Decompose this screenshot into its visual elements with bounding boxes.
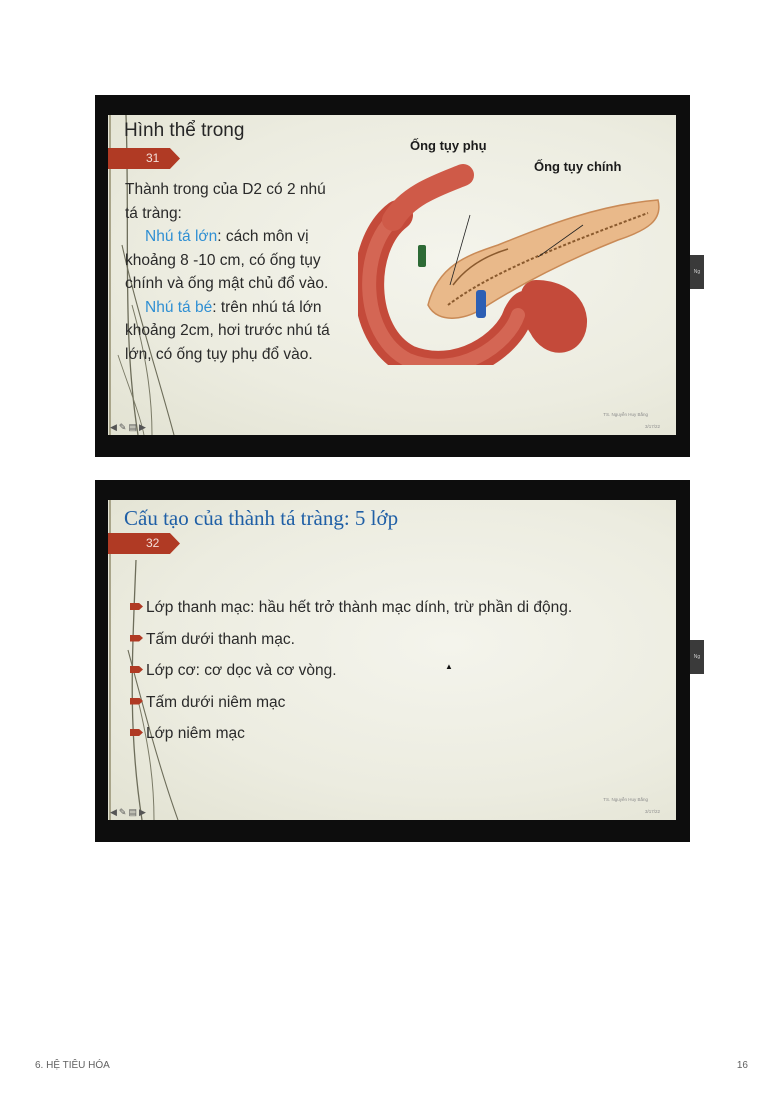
list-item-text: Lớp thanh mạc: hầu hết trở thành mạc dín…	[146, 599, 573, 616]
list-item-text: Lớp niêm mạc	[146, 725, 245, 742]
major-papilla-line: khoảng 8 -10 cm, có ống tụy	[125, 251, 321, 269]
pancreas-duodenum-illustration	[358, 164, 660, 365]
slide-date: 3/17/22	[644, 809, 660, 814]
bullet-arrow-icon	[130, 697, 143, 705]
slides-icon[interactable]: ▤	[128, 807, 137, 818]
major-papilla-text: : cách môn vị	[217, 228, 309, 245]
mouse-cursor-icon: ▲	[445, 662, 453, 671]
slide-title: Hình thể trong	[124, 120, 245, 141]
forward-arrow-icon[interactable]: ▶	[139, 807, 146, 818]
accessory-duct-label: Ống tụy phụ	[410, 138, 487, 153]
intro-line: tá tràng:	[125, 204, 182, 222]
list-item-text: Tấm dưới niêm mạc	[146, 693, 286, 711]
back-arrow-icon[interactable]: ◀	[110, 422, 117, 433]
page-number: 16	[736, 1060, 748, 1071]
side-tab: Ng	[690, 640, 704, 674]
slides-icon[interactable]: ▤	[128, 422, 137, 433]
pen-icon[interactable]: ✎	[119, 807, 127, 818]
main-duct-label: Ống tụy chính	[534, 159, 622, 174]
minor-papilla-line: Nhú tá bé: trên nhú tá lớn	[125, 296, 360, 320]
forward-arrow-icon[interactable]: ▶	[139, 422, 146, 433]
slide-number-banner: 31	[108, 148, 180, 169]
bullet-arrow-icon	[130, 729, 143, 736]
slide-frame-31: Hình thể trong 31 Thành trong của D2 có …	[95, 95, 704, 457]
slide-number-banner: 32	[108, 533, 180, 554]
major-papilla-line: chính và ống mật chủ đổ vào.	[125, 275, 329, 292]
minor-papilla-line: khoảng 2cm, hơi trước nhú tá	[125, 322, 330, 339]
list-item: Tấm dưới niêm mạc	[130, 687, 572, 719]
slide-nav: ◀ ✎ ▤ ▶	[110, 422, 146, 433]
list-item: Lớp thanh mạc: hầu hết trở thành mạc dín…	[130, 592, 572, 624]
slide-32: Cấu tạo của thành tá tràng: 5 lớp 32 Lớp…	[108, 500, 676, 820]
list-item: Lớp niêm mạc	[130, 718, 572, 750]
side-tab: Ng	[690, 255, 704, 289]
list-item: Lớp cơ: cơ dọc và cơ vòng.	[130, 655, 572, 687]
minor-papilla-term: Nhú tá bé	[145, 298, 213, 316]
slide-date: 3/17/22	[644, 424, 660, 429]
major-papilla-term: Nhú tá lớn	[145, 228, 218, 245]
intro-line: Thành trong của D2 có 2 nhú	[125, 181, 326, 198]
bullet-arrow-icon	[130, 666, 143, 673]
pen-icon[interactable]: ✎	[119, 422, 127, 433]
layer-list: Lớp thanh mạc: hầu hết trở thành mạc dín…	[130, 592, 572, 750]
slide-frame-32: Cấu tạo của thành tá tràng: 5 lớp 32 Lớp…	[95, 480, 704, 842]
list-item-text: Tấm dưới thanh mạc.	[146, 630, 295, 648]
back-arrow-icon[interactable]: ◀	[110, 807, 117, 818]
slide-author: TS. Nguyễn Huy Bằng	[603, 797, 648, 802]
slide-nav: ◀ ✎ ▤ ▶	[110, 807, 146, 818]
list-item-text: Lớp cơ: cơ dọc và cơ vòng.	[146, 662, 337, 679]
minor-papilla-line: lớn, có ống tụy phụ đổ vào.	[125, 345, 313, 363]
slide-title: Cấu tạo của thành tá tràng: 5 lớp	[124, 506, 399, 530]
minor-papilla-text: : trên nhú tá lớn	[212, 298, 322, 316]
slide-author: TS. Nguyễn Huy Bằng	[603, 412, 648, 417]
section-title: 6. HỆ TIÊU HÓA	[35, 1060, 110, 1071]
major-papilla-line: Nhú tá lớn: cách môn vị	[125, 225, 360, 249]
list-item: Tấm dưới thanh mạc.	[130, 624, 572, 656]
bullet-arrow-icon	[130, 634, 143, 642]
bullet-arrow-icon	[130, 603, 143, 610]
slide-body: Thành trong của D2 có 2 nhú tá tràng: Nh…	[125, 178, 360, 366]
slide-31: Hình thể trong 31 Thành trong của D2 có …	[108, 115, 676, 435]
